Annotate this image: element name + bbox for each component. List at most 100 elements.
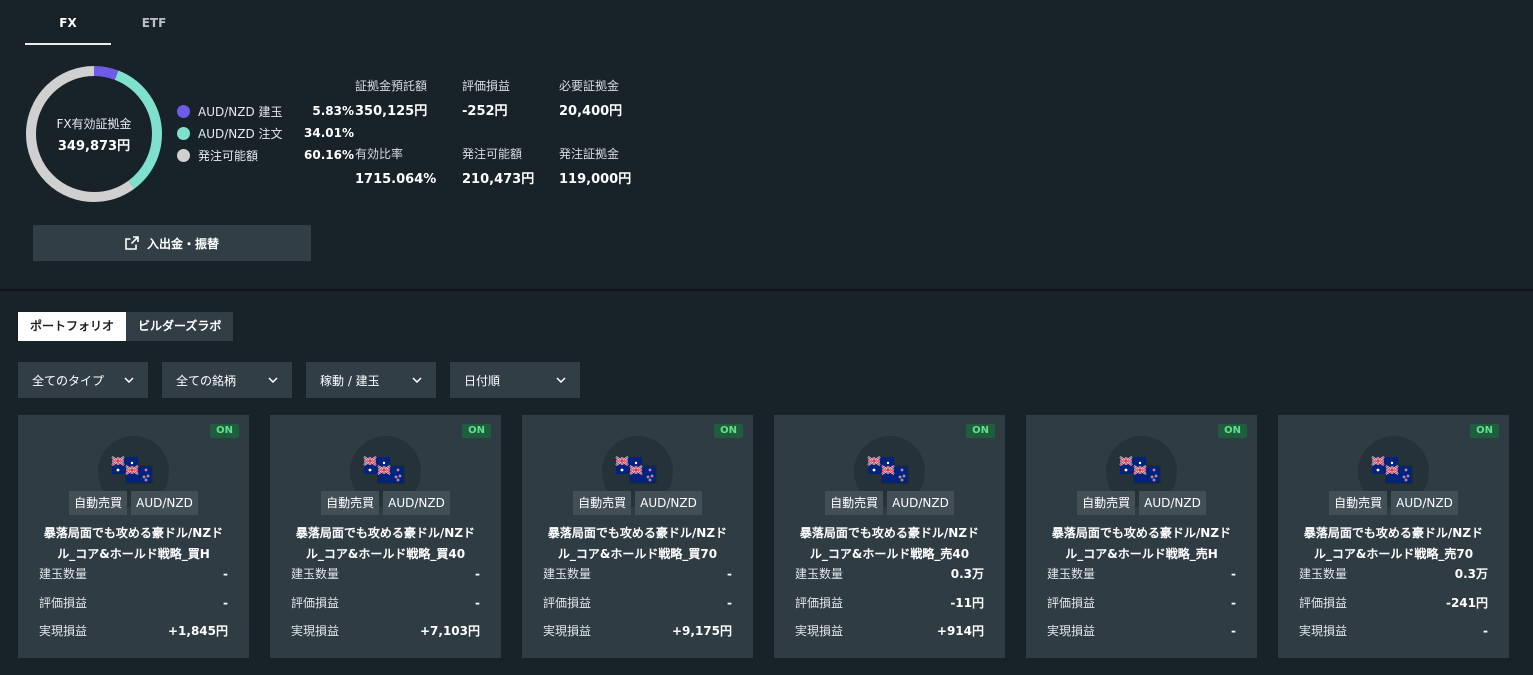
pair-tag: AUD/NZD — [887, 491, 954, 515]
metric-value: - — [475, 596, 480, 610]
metric-value: +9,175円 — [671, 624, 732, 638]
stat-value: 210,473円 — [462, 172, 535, 187]
metric-value: +1,845円 — [167, 624, 228, 638]
legend-pct: 34.01% — [304, 126, 354, 140]
metric-value: 0.3万 — [950, 567, 984, 581]
metric-position: 建玉数量 - — [291, 565, 480, 583]
card-tags: 自動売買 AUD/NZD — [774, 491, 1005, 515]
metric-label: 実現損益 — [1299, 624, 1348, 638]
tab-etf[interactable]: ETF — [111, 0, 197, 45]
metric-label: 建玉数量 — [795, 567, 844, 581]
donut-legend: AUD/NZD 建玉 5.83% AUD/NZD 注文 34.01% 発注可能額… — [177, 100, 354, 166]
strategy-title[interactable]: 暴落局面でも攻める豪ドル/NZドル_コア&ホールド戦略_売40 — [794, 523, 985, 565]
deposit-transfer-button[interactable]: 入出金・振替 — [33, 225, 311, 261]
strategy-title[interactable]: 暴落局面でも攻める豪ドル/NZドル_コア&ホールド戦略_売70 — [1298, 523, 1489, 565]
stat-label: 発注証拠金 — [559, 147, 620, 161]
stat-deposit: 証拠金預託額 350,125円 — [355, 76, 465, 122]
filter-status-label: 稼動 / 建玉 — [320, 373, 380, 388]
filter-type-select[interactable]: 全てのタイプ — [18, 362, 148, 398]
metric-label: 実現損益 — [543, 624, 592, 638]
type-tag: 自動売買 — [1077, 491, 1136, 515]
status-badge: ON — [1218, 424, 1247, 438]
strategy-card[interactable]: ON 自動売買 AUD/NZD 暴落局面でも攻める豪ドル/NZドル_コア&ホール… — [774, 415, 1005, 658]
metric-label: 建玉数量 — [1047, 567, 1096, 581]
strategy-title[interactable]: 暴落局面でも攻める豪ドル/NZドル_コア&ホールド戦略_買70 — [542, 523, 733, 565]
donut-value: 349,873円 — [57, 138, 131, 154]
stat-label: 証拠金預託額 — [355, 79, 428, 93]
chevron-down-icon — [556, 377, 566, 383]
strategy-title[interactable]: 暴落局面でも攻める豪ドル/NZドル_コア&ホールド戦略_買40 — [290, 523, 481, 565]
type-tag: 自動売買 — [69, 491, 128, 515]
status-badge: ON — [462, 424, 491, 438]
metric-unrealized: 評価損益 - — [543, 594, 732, 612]
metric-value: - — [1231, 624, 1236, 638]
metric-unrealized: 評価損益 - — [291, 594, 480, 612]
status-badge: ON — [714, 424, 743, 438]
metric-realized: 実現損益 +7,103円 — [291, 622, 480, 640]
metric-realized: 実現損益 +9,175円 — [543, 622, 732, 640]
filter-symbol-select[interactable]: 全ての銘柄 — [162, 362, 292, 398]
type-tag: 自動売買 — [321, 491, 380, 515]
type-tag: 自動売買 — [1329, 491, 1388, 515]
stat-required-margin: 必要証拠金 20,400円 — [559, 76, 669, 122]
metric-value: - — [223, 596, 228, 610]
metric-label: 評価損益 — [795, 596, 844, 610]
legend-name: AUD/NZD 注文 — [198, 126, 283, 141]
strategy-card[interactable]: ON 自動売買 AUD/NZD 暴落局面でも攻める豪ドル/NZドル_コア&ホール… — [18, 415, 249, 658]
metric-realized: 実現損益 +1,845円 — [39, 622, 228, 640]
metric-value: +7,103円 — [419, 624, 480, 638]
legend-dot-icon — [177, 104, 190, 118]
filter-status-select[interactable]: 稼動 / 建玉 — [306, 362, 436, 398]
metric-label: 建玉数量 — [1299, 567, 1348, 581]
metric-value: - — [1483, 624, 1488, 638]
stat-value: 119,000円 — [559, 172, 632, 187]
section-divider — [0, 289, 1533, 291]
metric-position: 建玉数量 - — [543, 565, 732, 583]
status-badge: ON — [966, 424, 995, 438]
metric-realized: 実現損益 - — [1299, 622, 1488, 640]
margin-donut-chart: FX有効証拠金 349,873円 — [25, 65, 163, 203]
metric-position: 建玉数量 0.3万 — [1299, 565, 1488, 583]
metric-value: - — [727, 567, 732, 581]
stat-label: 評価損益 — [462, 79, 511, 93]
metric-label: 実現損益 — [39, 624, 88, 638]
stat-value: 1715.064% — [355, 172, 437, 187]
tab-portfolio[interactable]: ポートフォリオ — [18, 312, 127, 341]
stat-order-margin: 発注証拠金 119,000円 — [559, 144, 669, 190]
external-link-icon — [125, 236, 139, 250]
tab-fx[interactable]: FX — [25, 0, 111, 45]
metric-position: 建玉数量 - — [1047, 565, 1236, 583]
strategy-title[interactable]: 暴落局面でも攻める豪ドル/NZドル_コア&ホールド戦略_買H — [38, 523, 229, 565]
strategy-card[interactable]: ON 自動売買 AUD/NZD 暴落局面でも攻める豪ドル/NZドル_コア&ホール… — [522, 415, 753, 658]
filter-symbol-label: 全ての銘柄 — [176, 373, 237, 388]
strategy-card[interactable]: ON 自動売買 AUD/NZD 暴落局面でも攻める豪ドル/NZドル_コア&ホール… — [1278, 415, 1509, 658]
metric-unrealized: 評価損益 -11円 — [795, 594, 984, 612]
card-tags: 自動売買 AUD/NZD — [18, 491, 249, 515]
card-tags: 自動売買 AUD/NZD — [522, 491, 753, 515]
stat-label: 必要証拠金 — [559, 79, 620, 93]
chevron-down-icon — [412, 377, 422, 383]
metric-label: 実現損益 — [795, 624, 844, 638]
donut-center: FX有効証拠金 349,873円 — [25, 65, 163, 203]
chevron-down-icon — [268, 377, 278, 383]
stat-value: -252円 — [462, 104, 508, 119]
filter-sort-select[interactable]: 日付順 — [450, 362, 580, 398]
strategy-title[interactable]: 暴落局面でも攻める豪ドル/NZドル_コア&ホールド戦略_売H — [1046, 523, 1237, 565]
tab-builders-lab[interactable]: ビルダーズラボ — [126, 312, 234, 341]
legend-pct: 5.83% — [312, 104, 354, 118]
legend-name: AUD/NZD 建玉 — [198, 104, 283, 119]
pair-tag: AUD/NZD — [635, 491, 702, 515]
pair-tag: AUD/NZD — [1139, 491, 1206, 515]
stat-value: 20,400円 — [559, 104, 623, 119]
stat-effective-ratio: 有効比率 1715.064% — [355, 144, 465, 190]
legend-item-order: AUD/NZD 注文 34.01% — [177, 122, 354, 144]
stat-order-available: 発注可能額 210,473円 — [462, 144, 572, 190]
strategy-card[interactable]: ON 自動売買 AUD/NZD 暴落局面でも攻める豪ドル/NZドル_コア&ホール… — [270, 415, 501, 658]
metric-value: -11円 — [950, 596, 984, 610]
metric-label: 評価損益 — [543, 596, 592, 610]
metric-position: 建玉数量 - — [39, 565, 228, 583]
strategy-card[interactable]: ON 自動売買 AUD/NZD 暴落局面でも攻める豪ドル/NZドル_コア&ホール… — [1026, 415, 1257, 658]
type-tag: 自動売買 — [825, 491, 884, 515]
card-tags: 自動売買 AUD/NZD — [1026, 491, 1257, 515]
filter-type-label: 全てのタイプ — [32, 373, 105, 388]
